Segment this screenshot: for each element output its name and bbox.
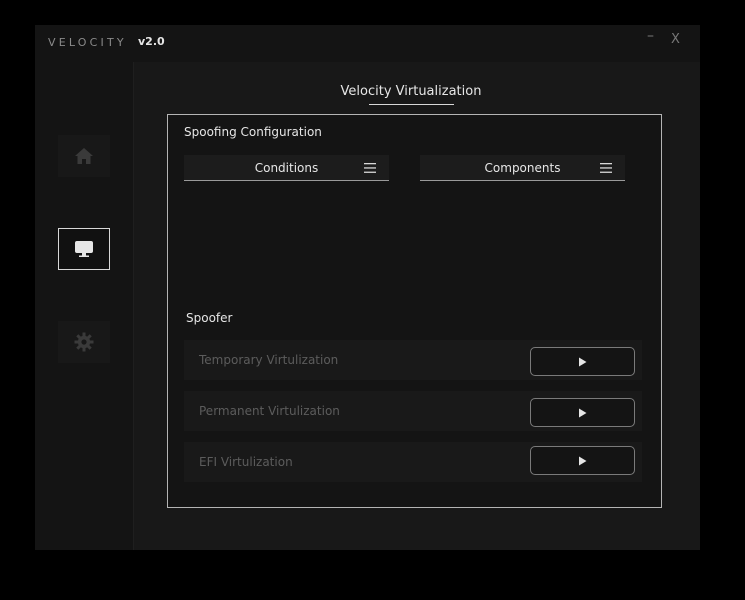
app-name: VELOCITY [48, 36, 127, 49]
spoofing-configuration-title: Spoofing Configuration [184, 125, 322, 139]
spoofer-title: Spoofer [186, 311, 233, 325]
spoofer-row-temporary: Temporary Virtulization [184, 340, 642, 380]
spoofer-row-efi: EFI Virtulization [184, 442, 642, 482]
sidebar-item-virtualization[interactable] [58, 228, 110, 270]
conditions-label: Conditions [254, 161, 319, 175]
page-title: Velocity Virtualization [340, 84, 482, 99]
run-permanent-button[interactable] [530, 398, 635, 427]
run-efi-button[interactable] [530, 446, 635, 475]
gear-icon [74, 332, 94, 352]
minimize-button[interactable]: – [647, 28, 654, 44]
spoofer-row-label: Temporary Virtulization [199, 353, 339, 367]
run-temporary-button[interactable] [530, 347, 635, 376]
home-icon [75, 148, 93, 164]
sidebar [35, 62, 134, 550]
spoofer-row-label: Permanent Virtulization [199, 404, 340, 418]
title-underline [369, 104, 454, 105]
play-icon [579, 408, 587, 417]
spoofer-row-label: EFI Virtulization [199, 455, 293, 469]
main-content: Velocity Virtualization Spoofing Configu… [134, 62, 700, 550]
play-icon [579, 456, 587, 465]
close-button[interactable]: X [671, 32, 680, 47]
conditions-dropdown[interactable]: Conditions [184, 155, 389, 181]
spoofer-row-permanent: Permanent Virtulization [184, 391, 642, 431]
play-icon [579, 357, 587, 366]
hamburger-menu-icon [364, 163, 376, 173]
hamburger-menu-icon [600, 163, 612, 173]
sidebar-item-home[interactable] [58, 135, 110, 177]
configuration-panel: Spoofing Configuration Conditions Compon… [167, 114, 662, 508]
components-dropdown[interactable]: Components [420, 155, 625, 181]
sidebar-item-settings[interactable] [58, 321, 110, 363]
title-bar[interactable]: VELOCITY v2.0 – X [35, 25, 700, 62]
app-window: VELOCITY v2.0 – X Velocity Virtualizatio… [35, 25, 700, 550]
components-label: Components [484, 161, 561, 175]
monitor-icon [75, 241, 93, 257]
app-version: v2.0 [138, 35, 165, 48]
